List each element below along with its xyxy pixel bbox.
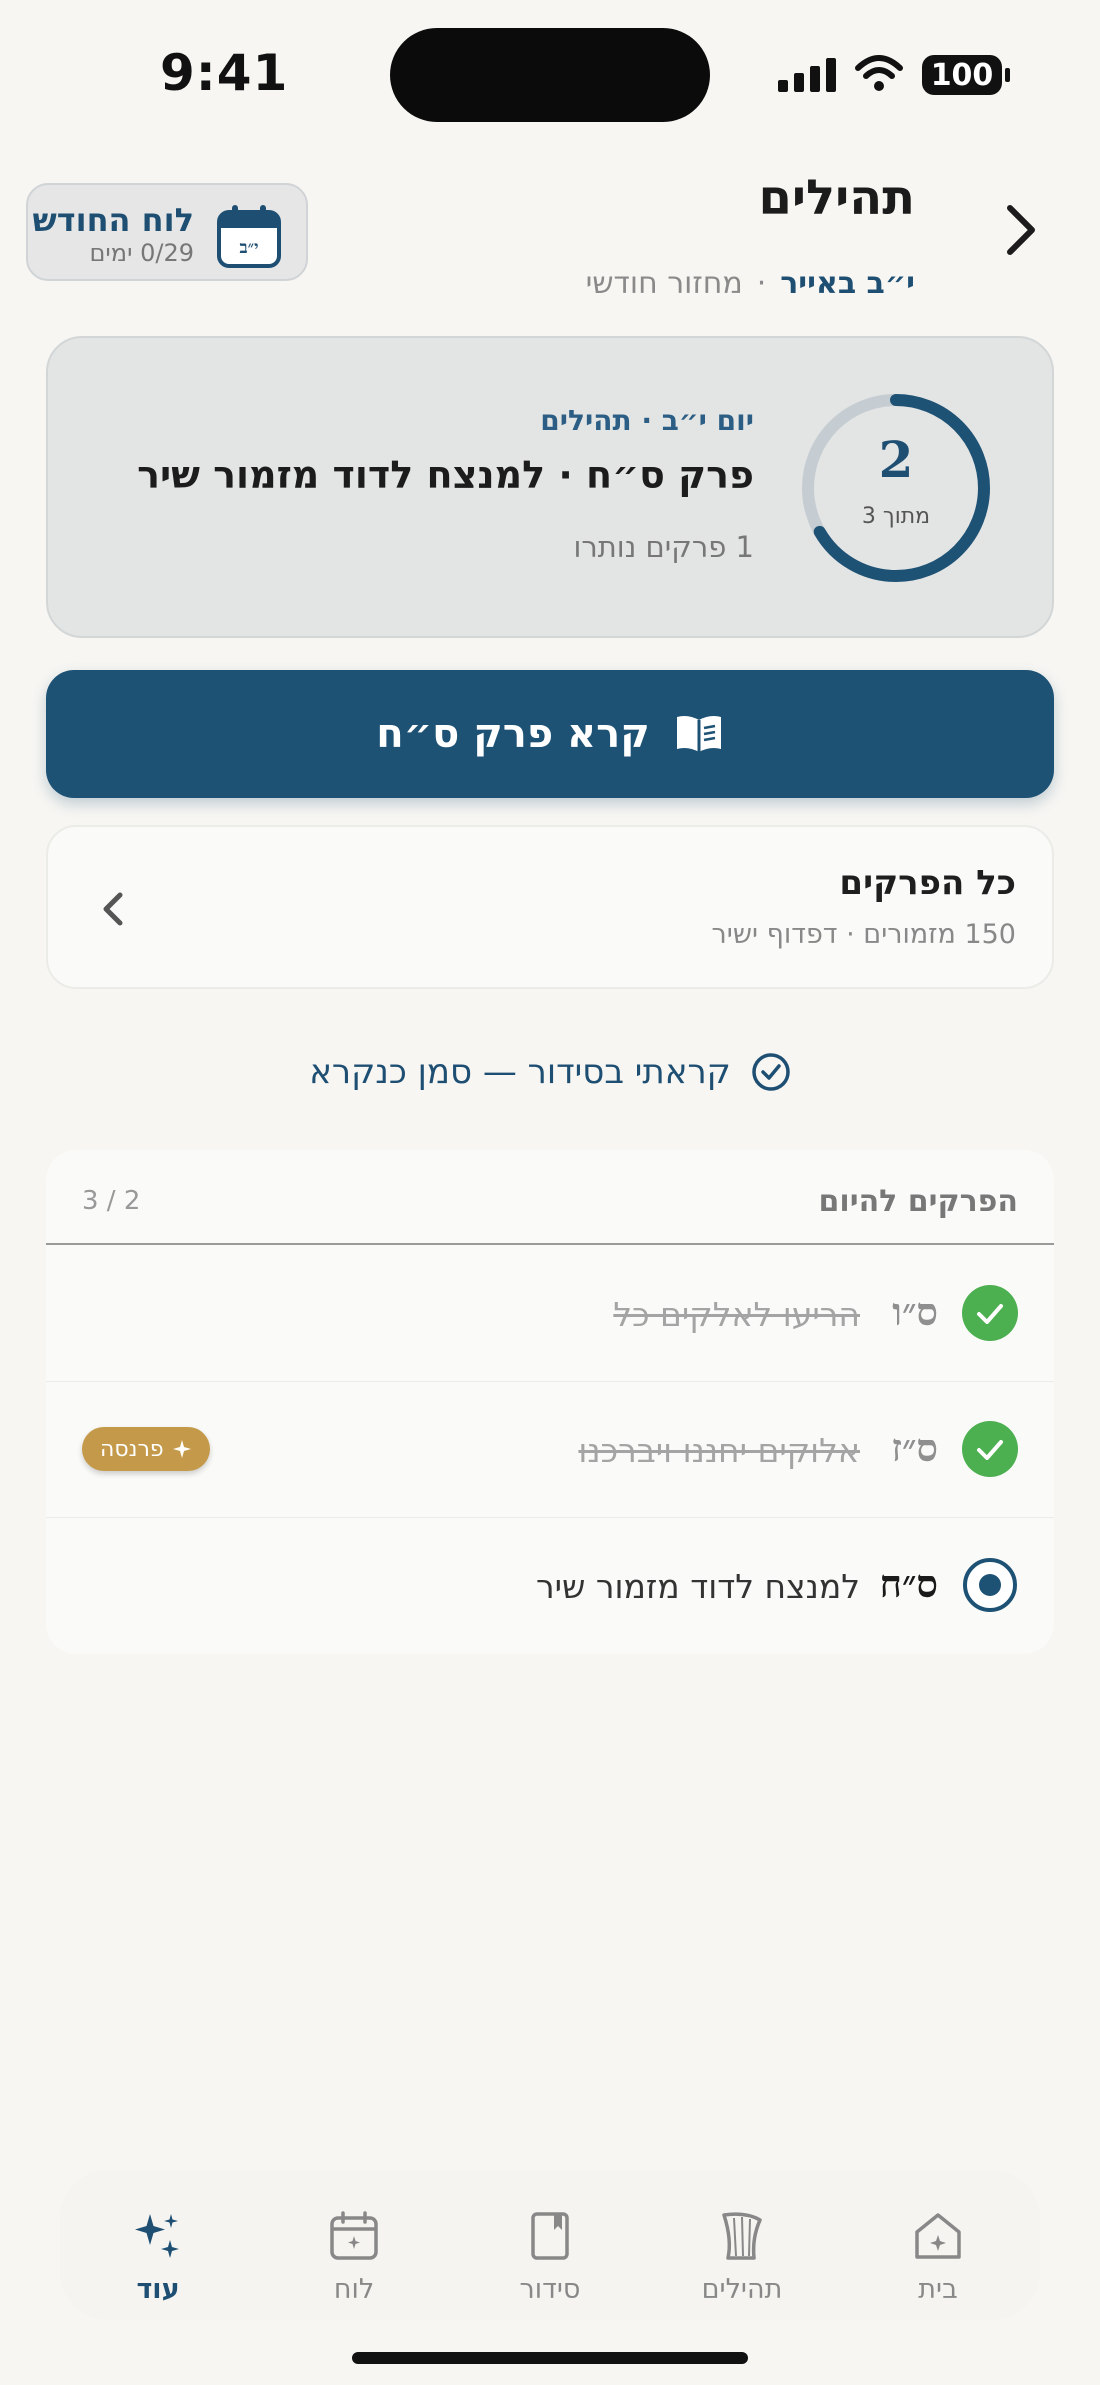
all-chapters-row[interactable]: כל הפרקים 150 מזמורים · דפדוף ישיר bbox=[46, 825, 1054, 989]
subtitle-separator: · bbox=[756, 266, 767, 301]
battery-indicator: 100 bbox=[922, 55, 1010, 95]
sparkle-icon bbox=[172, 1440, 191, 1458]
progress-current: 2 bbox=[878, 430, 914, 489]
today-chapters-list: הפרקים להיום 3 / 2 ס״ו הריעו לאלקים כל ס… bbox=[46, 1150, 1054, 1654]
cycle-label: מחזור חודשי bbox=[585, 266, 743, 301]
sparkles-icon bbox=[135, 2214, 179, 2258]
current-chapter-title: פרק ס״ח · למנצח לדוד מזמור שיר bbox=[137, 453, 754, 497]
chapter-row-67[interactable]: ס״ז אלוקים יחננו ויברכנו פרנסה bbox=[46, 1381, 1054, 1518]
tab-siddur[interactable]: סידור bbox=[480, 2170, 620, 2320]
all-chapters-title: כל הפרקים bbox=[839, 863, 1016, 903]
open-book-icon bbox=[676, 716, 721, 752]
page-subtitle: י״ב באייר · מחזור חודשי bbox=[586, 266, 915, 301]
progress-of-label: מתוך 3 bbox=[861, 504, 931, 529]
check-circle-icon bbox=[752, 1053, 790, 1091]
chapter-number: ס״ז bbox=[891, 1425, 938, 1470]
status-time: 9:41 bbox=[160, 44, 289, 102]
chevron-left-icon bbox=[103, 892, 123, 926]
check-done-icon bbox=[962, 1421, 1018, 1477]
month-button-label: לוח החודש bbox=[32, 201, 195, 239]
wifi-icon bbox=[855, 55, 903, 91]
calendar-badge-text: י״ב bbox=[239, 238, 258, 258]
chapter-number: ס״ו bbox=[892, 1289, 938, 1334]
read-chapter-label: קרא פרק ס״ח bbox=[376, 711, 650, 757]
chapter-name: אלוקים יחננו ויברכנו bbox=[578, 1431, 860, 1470]
calendar-icon: י״ב bbox=[217, 205, 281, 268]
bottom-tab-bar: בית תהילים סידור לוח עוד bbox=[60, 2170, 1040, 2320]
current-chapter-radio-icon bbox=[963, 1558, 1017, 1612]
harp-icon bbox=[722, 2212, 762, 2260]
all-chapters-subtitle: 150 מזמורים · דפדוף ישיר bbox=[711, 919, 1016, 950]
chapter-name: הריעו לאלקים כל bbox=[613, 1295, 860, 1334]
tab-tehillim[interactable]: תהילים bbox=[672, 2170, 812, 2320]
today-progress-card: 2 מתוך 3 יום י״ב · תהילים פרק ס״ח · למנצ… bbox=[46, 336, 1054, 638]
today-list-header: הפרקים להיום bbox=[818, 1184, 1018, 1219]
mark-read-link[interactable]: קראתי בסידור — סמן כנקרא bbox=[0, 1044, 1100, 1100]
home-indicator bbox=[352, 2352, 748, 2364]
tab-home[interactable]: בית bbox=[868, 2170, 1008, 2320]
chapter-row-68[interactable]: ס״ח למנצח לדוד מזמור שיר bbox=[46, 1517, 1054, 1653]
book-icon bbox=[531, 2212, 569, 2260]
chapter-row-66[interactable]: ס״ו הריעו לאלקים כל bbox=[46, 1245, 1054, 1382]
calendar-icon bbox=[330, 2211, 378, 2260]
tab-label: תהילים bbox=[701, 2274, 783, 2305]
today-list-count: 3 / 2 bbox=[82, 1186, 141, 1216]
chapters-remaining: 1 פרקים נותרו bbox=[573, 530, 754, 564]
hebrew-date: י״ב באייר bbox=[780, 266, 915, 301]
check-done-icon bbox=[962, 1285, 1018, 1341]
tab-more[interactable]: עוד bbox=[88, 2170, 228, 2320]
read-chapter-button[interactable]: קרא פרק ס״ח bbox=[46, 670, 1054, 798]
badge-label: פרנסה bbox=[100, 1436, 164, 1462]
month-calendar-button[interactable]: י״ב לוח החודש 0/29 ימים bbox=[26, 183, 308, 281]
livelihood-badge: פרנסה bbox=[82, 1427, 210, 1471]
signal-icon bbox=[778, 58, 836, 92]
mark-read-label: קראתי בסידור — סמן כנקרא bbox=[309, 1052, 731, 1092]
page-title: תהילים bbox=[758, 170, 916, 226]
progress-eyebrow: יום י״ב · תהילים bbox=[540, 404, 754, 437]
chapter-name: למנצח לדוד מזמור שיר bbox=[535, 1567, 860, 1606]
tab-label: בית bbox=[918, 2274, 958, 2305]
tab-label: עוד bbox=[136, 2274, 180, 2305]
back-chevron-icon[interactable] bbox=[990, 200, 1050, 260]
dynamic-island bbox=[390, 28, 710, 122]
home-icon bbox=[915, 2213, 961, 2259]
month-button-days: 0/29 ימים bbox=[89, 239, 195, 267]
tab-calendar[interactable]: לוח bbox=[284, 2170, 424, 2320]
chapter-number: ס״ח bbox=[879, 1561, 938, 1606]
tab-label: לוח bbox=[333, 2274, 375, 2305]
tab-label: סידור bbox=[519, 2274, 581, 2305]
